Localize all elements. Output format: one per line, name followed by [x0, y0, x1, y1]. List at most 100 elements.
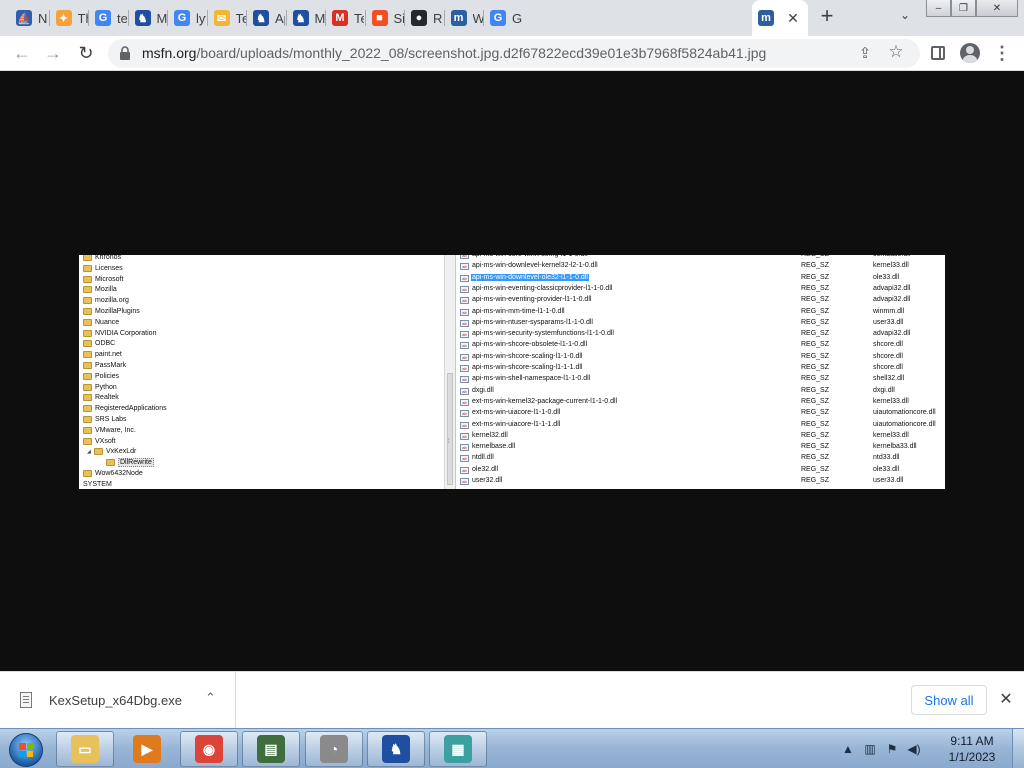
tree-item[interactable]: Python: [83, 382, 117, 393]
lock-icon[interactable]: [118, 45, 132, 61]
side-panel-button[interactable]: [927, 42, 949, 64]
tab-1[interactable]: ⛵ Nin: [10, 4, 48, 32]
profile-button[interactable]: [959, 42, 981, 64]
tree-item[interactable]: NVIDIA Corporation: [83, 328, 156, 339]
tree-item[interactable]: Microsoft: [83, 274, 123, 285]
volume-icon[interactable]: ◀): [906, 742, 922, 756]
clock[interactable]: 9:11 AM 1/1/2023: [936, 733, 1008, 765]
registry-value-row[interactable]: ab ntdll.dll REG_SZ ntd33.dll: [456, 453, 945, 464]
registry-value-row[interactable]: ab api-ms-win-shcore-scaling-l1-1-1.dll RE…: [456, 363, 945, 374]
tree-item[interactable]: MozillaPlugins: [83, 306, 140, 317]
bookmark-star-icon[interactable]: ☆: [886, 42, 906, 62]
registry-value-row[interactable]: ab kernel32.dll REG_SZ kernel33.dll: [456, 431, 945, 442]
tray-overflow-icon[interactable]: ▲: [840, 742, 856, 756]
download-file-name[interactable]: KexSetup_x64Dbg.exe: [49, 693, 182, 708]
registry-value-row[interactable]: ab user32.dll REG_SZ user33.dll: [456, 476, 945, 487]
tab-9[interactable]: M Ter: [326, 4, 364, 32]
address-bar[interactable]: msfn.org/board/uploads/monthly_2022_08/s…: [108, 39, 920, 68]
tab-13[interactable]: G Gro: [484, 4, 522, 32]
tab-search-button[interactable]: ⌄: [895, 8, 915, 28]
registry-value-row[interactable]: ab api-ms-win-ntuser-sysparams-l1-1-0.dll…: [456, 318, 945, 329]
show-desktop-button[interactable]: [1012, 729, 1024, 768]
tab-12[interactable]: m Wi: [445, 4, 483, 32]
registry-value-row[interactable]: ab ext-ms-win-kernel32-package-current-l1…: [456, 397, 945, 408]
tab-11[interactable]: ● Rel: [405, 4, 443, 32]
tab-close-icon[interactable]: ✕: [784, 9, 802, 27]
chrome-icon: ◉: [195, 735, 223, 763]
tab-3[interactable]: Gtec: [89, 4, 127, 32]
tab-6[interactable]: ✉ Ter: [208, 4, 246, 32]
tab-7[interactable]: ♞ Ap: [247, 4, 285, 32]
media-player-taskbar-button[interactable]: ▶: [118, 731, 176, 767]
tree-item[interactable]: RegisteredApplications: [83, 403, 167, 414]
folder-icon: [83, 405, 92, 413]
expand-arrow-icon[interactable]: ◢: [87, 449, 93, 455]
system-monitor-taskbar-button[interactable]: ▤: [242, 731, 300, 767]
gauge-taskbar-button[interactable]: ◔: [305, 731, 363, 767]
tree-item[interactable]: PassMark: [83, 360, 126, 371]
registry-value-row[interactable]: ab dxgi.dll REG_SZ dxgi.dll: [456, 386, 945, 397]
tab-10[interactable]: ■ Sig: [366, 4, 404, 32]
registry-value-row[interactable]: ab api-ms-win-security-systemfunctions-l1…: [456, 329, 945, 340]
tree-item[interactable]: SRS Labs: [83, 414, 127, 425]
string-value-icon: ab: [460, 285, 469, 293]
registry-value-row[interactable]: ab api-ms-win-shell-namespace-l1-1-0.dll R…: [456, 374, 945, 385]
registry-value-row[interactable]: ab api-ms-win-downlevel-kernel32-l2-1-0.d…: [456, 261, 945, 272]
value-name: ext-ms-win-kernel32-package-current-l1-1…: [472, 397, 618, 405]
chevron-up-icon[interactable]: ⌃: [205, 690, 216, 706]
start-button[interactable]: [3, 730, 47, 768]
tree-item[interactable]: DllRewrite: [106, 457, 154, 468]
penguin-app-taskbar-button[interactable]: ♞: [367, 731, 425, 767]
registry-value-row[interactable]: ab api-ms-win-downlevel-ole32-l1-1-0.dll R…: [456, 273, 945, 284]
browser-menu-button[interactable]: ⋮: [991, 42, 1013, 64]
close-shelf-icon[interactable]: ✕: [996, 689, 1016, 709]
show-all-button[interactable]: Show all: [911, 685, 987, 715]
folder-icon: [83, 362, 92, 370]
registry-value-row[interactable]: ab ext-ms-win-uiacore-l1-1-1.dll REG_SZ uia…: [456, 420, 945, 431]
registry-value-row[interactable]: ab ole32.dll REG_SZ ole33.dll: [456, 465, 945, 476]
registry-value-row[interactable]: ab kernelbase.dll REG_SZ kernelba33.dll: [456, 442, 945, 453]
explorer-taskbar-button[interactable]: ▭: [56, 731, 114, 767]
tree-item[interactable]: paint.net: [83, 349, 122, 360]
action-center-icon[interactable]: ⚑: [884, 742, 900, 756]
tab-4[interactable]: ♞ Ma: [129, 4, 167, 32]
registry-value-row[interactable]: ab api-ms-win-mm-time-l1-1-0.dll REG_SZ win…: [456, 307, 945, 318]
registry-value-row[interactable]: ab api-ms-win-eventing-provider-l1-1-0.dl…: [456, 295, 945, 306]
value-name: api-ms-win-shcore-scaling-l1-1-1.dll: [472, 364, 583, 371]
tree-item[interactable]: Licenses: [83, 263, 123, 274]
tree-item[interactable]: VXsoft: [83, 436, 116, 447]
back-button[interactable]: ←: [9, 40, 35, 66]
registry-value-row[interactable]: ab ext-ms-win-uiacore-l1-1-0.dll REG_SZ uia…: [456, 408, 945, 419]
tree-item[interactable]: mozilla.org: [83, 295, 129, 306]
tree-item[interactable]: Nuance: [83, 317, 119, 328]
maximize-button[interactable]: ❐: [951, 0, 976, 17]
msfn-icon: m: [758, 10, 774, 26]
network-icon[interactable]: ▥: [862, 742, 878, 756]
share-icon[interactable]: ⇪: [856, 44, 874, 62]
tree-item[interactable]: Mozilla: [83, 284, 117, 295]
tree-item[interactable]: ODBC: [83, 338, 115, 349]
close-window-button[interactable]: ✕: [976, 0, 1018, 17]
registry-value-row[interactable]: ab api-ms-win-shcore-obsolete-l1-1-0.dll R…: [456, 340, 945, 351]
registry-value-row[interactable]: ab api-ms-win-eventing-classicprovider-l1…: [456, 284, 945, 295]
download-item[interactable]: KexSetup_x64Dbg.exe ⌃: [0, 672, 236, 728]
tab-2[interactable]: ✦ Tha: [50, 4, 88, 32]
chrome-taskbar-button[interactable]: ◉: [180, 731, 238, 767]
registry-value-row[interactable]: ab api-ms-win-shcore-scaling-l1-1-0.dll RE…: [456, 352, 945, 363]
new-tab-button[interactable]: +: [815, 5, 839, 29]
tree-item[interactable]: Wow6432Node: [83, 468, 143, 479]
tab-active[interactable]: m ✕: [752, 0, 808, 36]
tree-item[interactable]: SYSTEM: [83, 479, 112, 489]
forward-button[interactable]: →: [40, 40, 66, 66]
package-taskbar-button[interactable]: ▦: [429, 731, 487, 767]
minimize-button[interactable]: ‒: [926, 0, 951, 17]
tree-item[interactable]: Policies: [83, 371, 119, 382]
tab-8[interactable]: ♞ Mi: [287, 4, 325, 32]
string-value-icon: ab: [460, 466, 469, 474]
reload-button[interactable]: ↻: [73, 40, 99, 66]
tree-item[interactable]: ◢ VxKexLdr: [87, 446, 136, 457]
url-text[interactable]: msfn.org/board/uploads/monthly_2022_08/s…: [142, 45, 766, 61]
tree-item[interactable]: VMware, Inc.: [83, 425, 136, 436]
tree-item[interactable]: Realtek: [83, 392, 119, 403]
tab-5[interactable]: Glyft: [168, 4, 206, 32]
